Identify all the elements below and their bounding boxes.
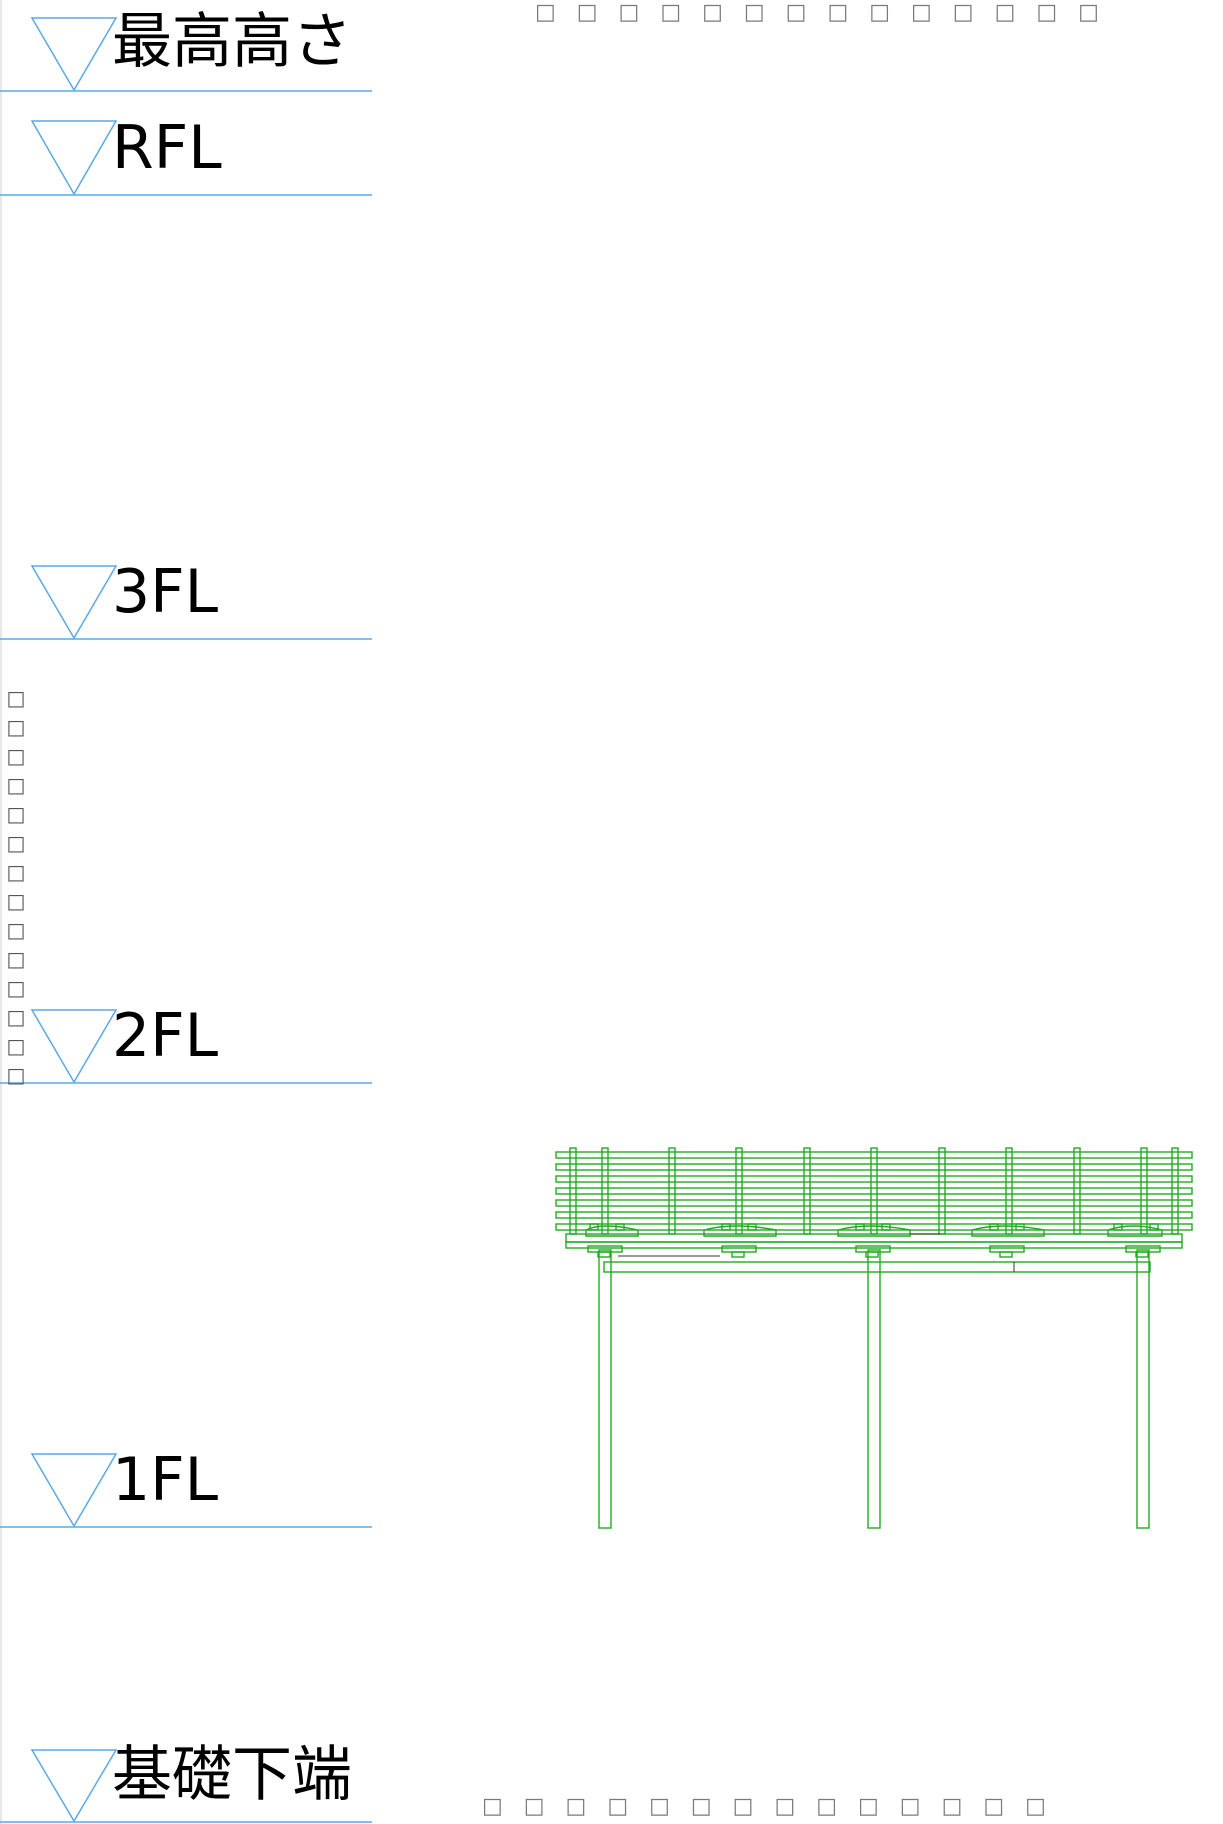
level-label-foundation-bottom: 基礎下端 [112, 1740, 352, 1810]
level-triangle-icon [30, 1453, 118, 1528]
vertical-caption-char: □ [6, 976, 26, 1000]
vertical-caption-char: □ [6, 918, 26, 942]
vertical-caption-char: □ [6, 831, 26, 855]
post-center [867, 1249, 881, 1529]
vertical-caption: □ □ □ □ □ □ □ □ □ □ □ □ □ □ [4, 684, 28, 1090]
post-left [598, 1249, 612, 1529]
level-triangle-icon [30, 1749, 118, 1823]
vertical-caption-char: □ [6, 947, 26, 971]
vertical-caption-char: □ [6, 889, 26, 913]
vertical-caption-char: □ [6, 802, 26, 826]
vertical-caption-char: □ [6, 715, 26, 739]
level-label-max-height: 最高高さ [112, 7, 352, 77]
level-label-2fl: 2FL [112, 1001, 219, 1071]
lower-beam [565, 1241, 1183, 1249]
tie-beam [603, 1261, 1151, 1273]
level-label-3fl: 3FL [112, 557, 219, 627]
level-triangle-icon [30, 120, 118, 196]
vertical-caption-char: □ [6, 1005, 26, 1029]
roof-slats [569, 1147, 1179, 1235]
bracket-hardware [585, 1223, 1163, 1258]
pergola-structure [555, 1147, 1193, 1529]
roof-battens [555, 1151, 1193, 1231]
vertical-caption-char: □ [6, 1063, 26, 1087]
level-triangle-icon [30, 17, 118, 92]
upper-beam [565, 1233, 1183, 1243]
detail-lines [618, 1233, 1015, 1272]
vertical-caption-char: □ [6, 686, 26, 710]
post-right [1136, 1249, 1150, 1529]
level-label-rfl: RFL [112, 113, 222, 183]
vertical-caption-char: □ [6, 744, 26, 768]
vertical-caption-char: □ [6, 1034, 26, 1058]
level-triangle-icon [30, 565, 118, 640]
vertical-caption-char: □ [6, 773, 26, 797]
elevation-drawing [0, 0, 1193, 1824]
level-triangle-icon [30, 1009, 118, 1084]
drawing-title-top: □ □ □ □ □ □ □ □ □ □ □ □ □ □ [535, 0, 1106, 25]
level-label-1fl: 1FL [112, 1445, 219, 1515]
vertical-caption-char: □ [6, 860, 26, 884]
drawing-title-bottom: □ □ □ □ □ □ □ □ □ □ □ □ □ □ [482, 1794, 1053, 1819]
